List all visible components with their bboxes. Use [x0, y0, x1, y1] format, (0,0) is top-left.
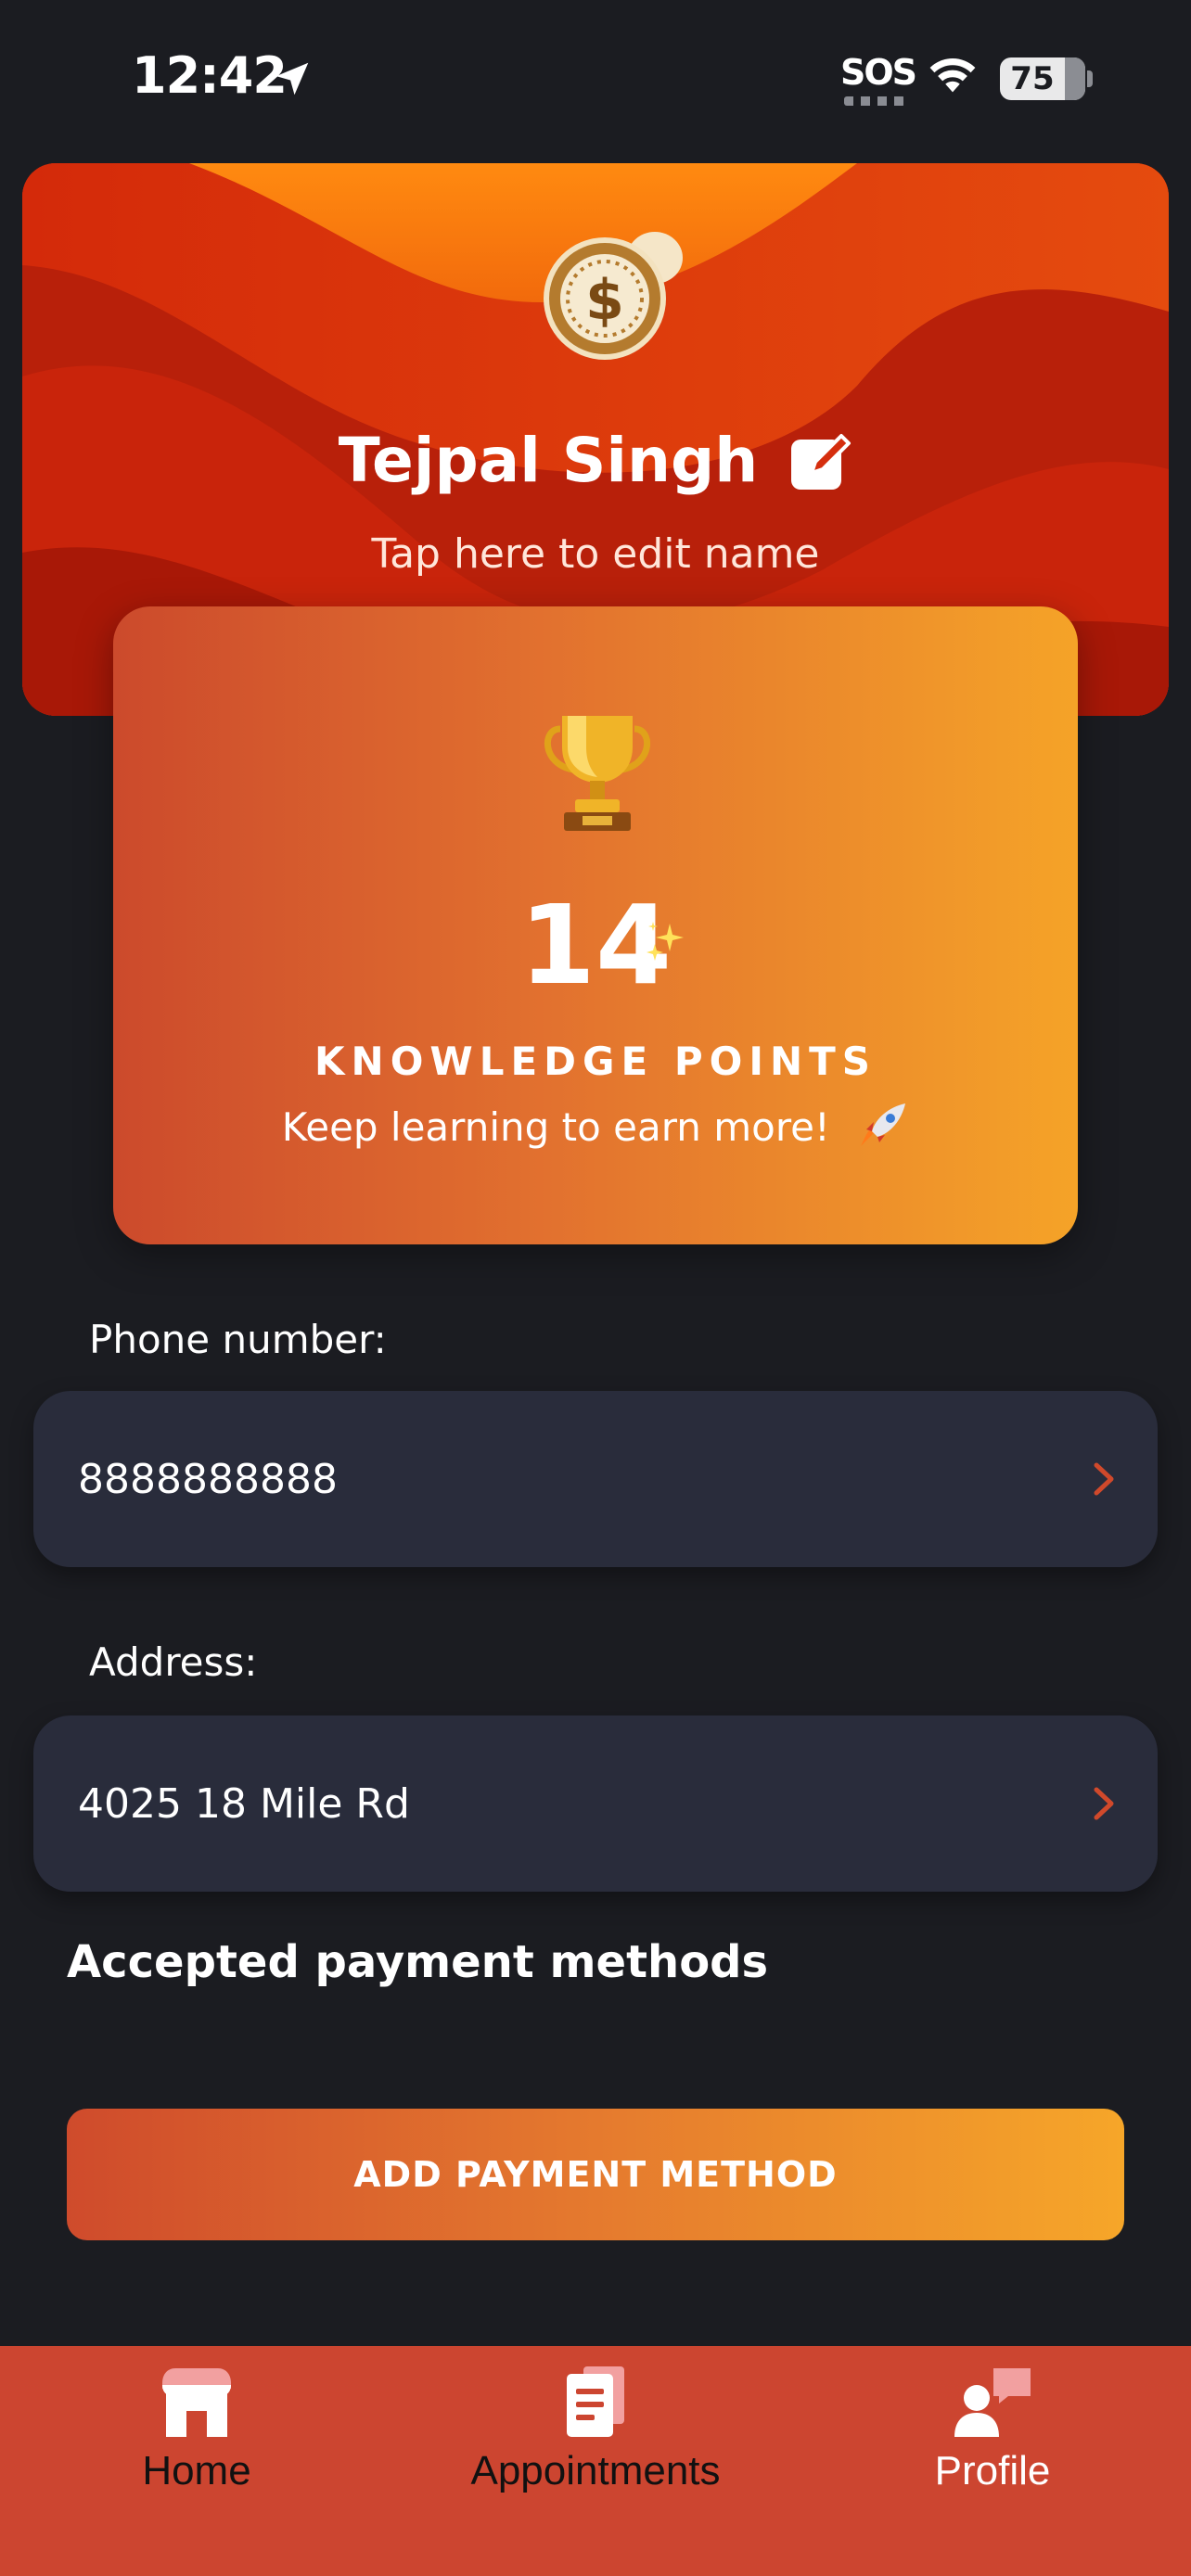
tab-bar: Home Appointments Profile	[0, 2346, 1191, 2576]
battery-nub	[1087, 70, 1093, 87]
profile-screen: 12:42 SOS 75 $ Tejpal Singh Tap here to …	[0, 0, 1191, 2576]
tab-appointments-label: Appointments	[470, 2448, 721, 2493]
tab-profile-label: Profile	[934, 2448, 1051, 2493]
signal-dots	[844, 96, 905, 106]
payment-methods-title: Accepted payment methods	[67, 1936, 769, 1988]
svg-text:$: $	[585, 268, 624, 333]
person-chat-icon	[954, 2368, 1031, 2437]
points-subtitle-text: Keep learning to earn more!	[281, 1104, 830, 1150]
status-bar: 12:42 SOS 75	[0, 0, 1191, 158]
edit-name-hint[interactable]: Tap here to edit name	[22, 530, 1169, 578]
rocket-icon	[861, 1103, 906, 1146]
battery-level: 75	[1010, 60, 1055, 97]
phone-label: Phone number:	[89, 1317, 387, 1362]
points-label: KNOWLEDGE POINTS	[314, 1039, 877, 1084]
address-value: 4025 18 Mile Rd	[78, 1779, 410, 1828]
address-field[interactable]: 4025 18 Mile Rd	[33, 1715, 1158, 1892]
chevron-right-icon	[1094, 1787, 1114, 1820]
name-row[interactable]: Tejpal Singh	[22, 425, 1169, 496]
user-name[interactable]: Tejpal Singh	[339, 425, 758, 496]
tab-profile[interactable]: Profile	[900, 2346, 1085, 2576]
phone-value: 8888888888	[78, 1455, 338, 1503]
tab-appointments[interactable]: Appointments	[429, 2346, 762, 2576]
points-value: 14	[519, 881, 672, 1009]
store-icon	[162, 2368, 231, 2437]
tab-home[interactable]: Home	[104, 2346, 289, 2576]
address-label: Address:	[89, 1639, 258, 1685]
location-arrow-icon	[275, 62, 309, 96]
knowledge-points-card: 14 KNOWLEDGE POINTS Keep learning to ear…	[113, 606, 1078, 1244]
trophy-icon	[544, 716, 651, 831]
battery-indicator: 75	[1000, 57, 1085, 100]
add-payment-method-button[interactable]: ADD PAYMENT METHOD	[67, 2109, 1124, 2240]
tab-home-label: Home	[142, 2448, 251, 2493]
sparkle-icon	[647, 922, 684, 961]
points-subtitle: Keep learning to earn more!	[113, 1102, 1078, 1150]
document-icon	[567, 2366, 624, 2437]
sos-indicator: SOS	[840, 52, 917, 93]
dollar-coin-icon: $	[544, 232, 683, 360]
edit-square-icon[interactable]	[788, 428, 852, 493]
chevron-right-icon	[1094, 1462, 1114, 1496]
wifi-icon	[929, 58, 976, 93]
phone-field[interactable]: 8888888888	[33, 1391, 1158, 1567]
status-time: 12:42	[132, 46, 288, 105]
